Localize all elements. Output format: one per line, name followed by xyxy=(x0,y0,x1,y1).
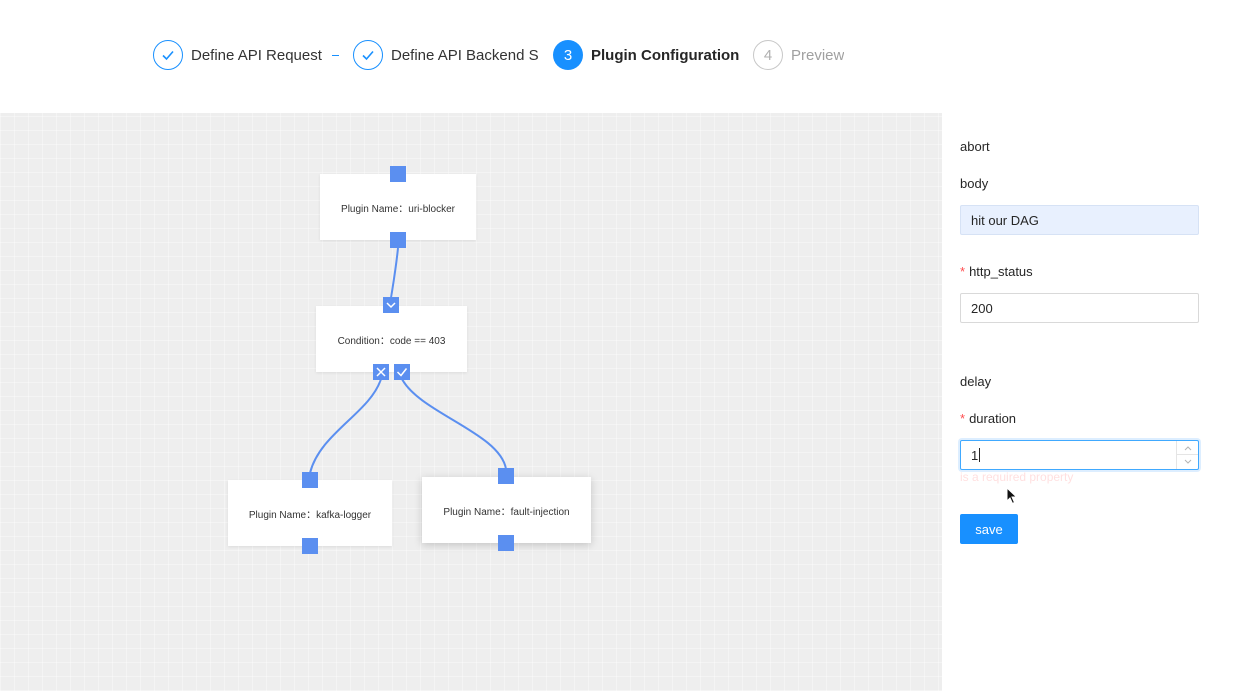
body-value: hit our DAG xyxy=(971,212,1039,228)
chevron-up-icon[interactable] xyxy=(1177,441,1198,455)
step-plugin-configuration[interactable]: 3 Plugin Configuration xyxy=(553,40,739,70)
step-title: Plugin Configuration xyxy=(591,46,740,64)
mouse-pointer-icon xyxy=(1006,486,1018,510)
http-status-label: * http_status xyxy=(960,264,1033,279)
check-icon xyxy=(353,40,383,70)
edge-condition-true-to-fault xyxy=(401,378,507,470)
step-title: Define API Backend Server xyxy=(391,46,539,64)
step-define-api-request[interactable]: Define API Request xyxy=(153,40,322,70)
duration-value: 1 xyxy=(971,447,979,463)
node-label: Plugin Name：kafka-logger xyxy=(248,509,372,521)
section-delay: delay xyxy=(960,374,992,389)
step-number-icon: 4 xyxy=(753,40,783,70)
step-preview[interactable]: 4 Preview xyxy=(753,40,844,70)
dag-canvas[interactable]: Plugin Name：uri-blocker Condition：code =… xyxy=(0,113,942,691)
node-label: Condition：code == 403 xyxy=(337,335,446,347)
step-define-api-backend[interactable]: Define API Backend Server xyxy=(353,40,539,70)
save-button[interactable]: save xyxy=(960,514,1018,544)
body-label: body xyxy=(960,176,989,191)
node-condition[interactable]: Condition：code == 403 xyxy=(316,306,467,372)
chevron-down-icon[interactable] xyxy=(1177,455,1198,469)
duration-error: is a required property xyxy=(960,470,1074,484)
step-title: Preview xyxy=(791,46,845,64)
port-in[interactable] xyxy=(390,166,406,182)
port-in[interactable] xyxy=(302,472,318,488)
node-fault-injection[interactable]: Plugin Name：fault-injection xyxy=(422,477,591,543)
section-abort: abort xyxy=(960,139,990,154)
node-uri-blocker[interactable]: Plugin Name：uri-blocker xyxy=(320,174,476,240)
edge-uri-blocker-to-condition xyxy=(390,247,399,299)
port-out[interactable] xyxy=(302,538,318,554)
port-out[interactable] xyxy=(390,232,406,248)
port-in[interactable] xyxy=(498,468,514,484)
required-mark: * xyxy=(960,411,966,426)
node-kafka-logger[interactable]: Plugin Name：kafka-logger xyxy=(228,480,392,546)
duration-label: * duration xyxy=(960,411,1016,426)
http-status-value: 200 xyxy=(971,300,993,316)
duration-label-text: duration xyxy=(969,411,1017,426)
http-status-label-text: http_status xyxy=(969,264,1033,279)
body-input[interactable]: hit our DAG xyxy=(960,205,1199,235)
number-stepper[interactable] xyxy=(1176,441,1198,469)
port-out[interactable] xyxy=(498,535,514,551)
close-icon[interactable] xyxy=(373,364,389,380)
check-icon[interactable] xyxy=(394,364,410,380)
text-caret xyxy=(979,448,981,462)
edge-condition-false-to-kafka xyxy=(309,378,382,474)
step-title: Define API Request xyxy=(191,46,322,64)
step-number-icon: 3 xyxy=(553,40,583,70)
chevron-down-icon[interactable] xyxy=(383,297,399,313)
check-icon xyxy=(153,40,183,70)
duration-input[interactable]: 1 xyxy=(960,440,1199,470)
plugin-config-panel: abort body hit our DAG * http_status 200 … xyxy=(942,113,1242,691)
step-connector xyxy=(332,55,339,56)
http-status-input[interactable]: 200 xyxy=(960,293,1199,323)
required-mark: * xyxy=(960,264,966,279)
node-label: Plugin Name：fault-injection xyxy=(443,506,570,518)
steps-bar: Define API Request Define API Backend Se… xyxy=(0,0,1242,113)
node-label: Plugin Name：uri-blocker xyxy=(341,203,455,215)
